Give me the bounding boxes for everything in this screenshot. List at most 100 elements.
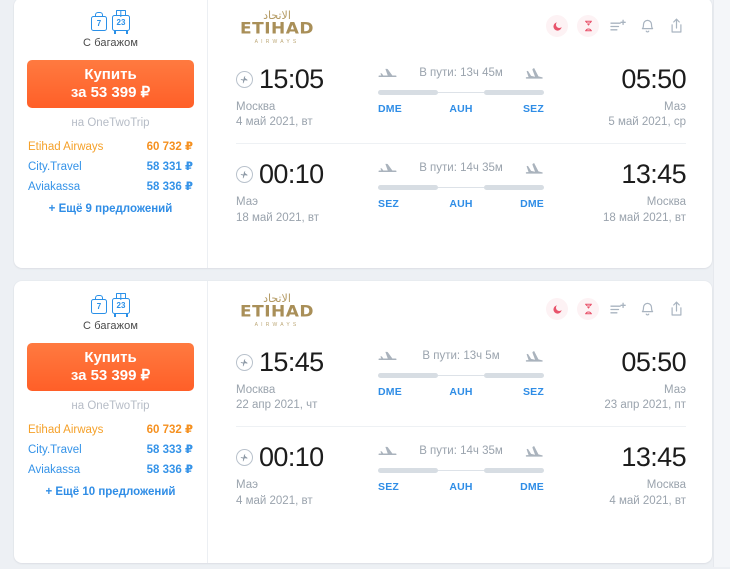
ticket-card[interactable]: 7 23 С багажом Купить за 53 399 ₽ на One… xyxy=(14,281,712,563)
origin-airport-code[interactable]: SEZ xyxy=(378,481,399,493)
buy-button[interactable]: Купить за 53 399 ₽ xyxy=(27,343,194,391)
offer-price: 58 336 ₽ xyxy=(146,464,193,476)
arrival-time: 05:50 xyxy=(621,346,686,377)
cabin-bag-handle xyxy=(95,295,103,300)
arrival-time-line: 05:50 xyxy=(558,63,686,95)
plane-landing-icon xyxy=(525,350,544,363)
arrival-date: 23 апр 2021, пт xyxy=(604,399,686,412)
route-bar xyxy=(378,90,544,95)
ticket-card[interactable]: 7 23 С багажом Купить за 53 399 ₽ на One… xyxy=(14,0,712,268)
departure-time-line: 00:10 xyxy=(236,158,364,190)
arrival-block: 13:45 Москва 4 май 2021, вт xyxy=(558,441,686,508)
layover-airport-code[interactable]: AUH xyxy=(449,103,472,115)
flight-header: الاتحاد ETIHAD AIRWAYS xyxy=(236,7,686,55)
airline-logo-wordmark: ETIHAD xyxy=(240,302,315,322)
add-to-compare-icon[interactable] xyxy=(608,16,628,36)
departure-city: Маэ xyxy=(236,479,258,492)
route-top: В пути: 13ч 45м xyxy=(378,63,544,83)
share-icon[interactable] xyxy=(666,16,686,36)
buy-button-price: за 53 399 ₽ xyxy=(70,366,151,384)
route-leg-1 xyxy=(378,90,438,95)
destination-airport-code[interactable]: SEZ xyxy=(523,386,544,398)
route-codes: DME AUH SEZ xyxy=(378,103,544,115)
offer-agency-name: City.Travel xyxy=(28,444,82,456)
departure-date: 22 апр 2021, чт xyxy=(236,399,318,412)
offer-agency-name: Aviakassa xyxy=(28,181,81,193)
offer-row[interactable]: Etihad Airways 60 732 ₽ xyxy=(28,136,193,156)
agency-note: на OneTwoTrip xyxy=(71,400,150,412)
layover-airport-code[interactable]: AUH xyxy=(449,481,472,493)
checked-bag-icon: 23 xyxy=(112,10,130,34)
route-leg-1 xyxy=(378,468,438,474)
route-block: В пути: 14ч 35м SEZ AUH DME xyxy=(364,441,558,493)
route-block: В пути: 13ч 5м DME AUH SEZ xyxy=(364,346,558,398)
origin-airport-code[interactable]: DME xyxy=(378,386,402,398)
offer-row[interactable]: City.Travel 58 333 ₽ xyxy=(28,439,193,459)
plane-takeoff-icon xyxy=(378,446,397,457)
origin-airport-code[interactable]: SEZ xyxy=(378,198,399,210)
baggage-info: 7 23 С багажом xyxy=(83,7,138,49)
more-offers-link[interactable]: + Ещё 10 предложений xyxy=(26,486,195,498)
offer-price: 60 732 ₽ xyxy=(146,141,193,153)
destination-airport-code[interactable]: DME xyxy=(520,198,544,210)
scroll-rail[interactable] xyxy=(713,0,730,567)
departure-time-line: 15:45 xyxy=(236,346,364,378)
destination-airport-code[interactable]: SEZ xyxy=(523,103,544,115)
more-offers-link[interactable]: + Ещё 9 предложений xyxy=(26,203,195,215)
offer-row[interactable]: Etihad Airways 60 732 ₽ xyxy=(28,419,193,439)
long-layover-icon[interactable] xyxy=(577,298,599,320)
arrival-block: 05:50 Маэ 23 апр 2021, пт xyxy=(558,346,686,413)
route-leg-1 xyxy=(378,185,438,191)
ticket-actions xyxy=(546,7,686,37)
departure-block: 15:05 Москва 4 май 2021, вт xyxy=(236,63,364,130)
cabin-bag-weight: 7 xyxy=(91,299,107,314)
route-layover-gap xyxy=(438,375,484,376)
price-alert-bell-icon[interactable] xyxy=(637,299,657,319)
departure-block: 00:10 Маэ 18 май 2021, вт xyxy=(236,158,364,225)
route-block: В пути: 14ч 35м SEZ AUH DME xyxy=(364,158,558,210)
route-leg-1 xyxy=(378,373,438,378)
departure-time: 00:10 xyxy=(259,441,324,472)
offer-row[interactable]: Aviakassa 58 336 ₽ xyxy=(28,459,193,479)
route-bar xyxy=(378,468,544,474)
cabin-bag-icon: 7 xyxy=(91,12,107,31)
arrival-time: 05:50 xyxy=(621,63,686,94)
airline-logo: الاتحاد ETIHAD AIRWAYS xyxy=(236,7,314,45)
departure-date: 4 май 2021, вт xyxy=(236,494,313,507)
flight-duration: В пути: 14ч 35м xyxy=(419,445,503,458)
arrival-block: 05:50 Маэ 5 май 2021, ср xyxy=(558,63,686,130)
night-flight-icon[interactable] xyxy=(546,15,568,37)
add-to-compare-icon[interactable] xyxy=(608,299,628,319)
baggage-label: С багажом xyxy=(83,320,138,332)
checked-bag-weight: 23 xyxy=(112,298,130,314)
offer-price: 58 333 ₽ xyxy=(146,444,193,456)
layover-airport-code[interactable]: AUH xyxy=(449,198,472,210)
arrival-block: 13:45 Москва 18 май 2021, вт xyxy=(558,158,687,225)
arrival-city: Москва xyxy=(646,479,686,492)
ticket-actions xyxy=(546,290,686,320)
airline-logo-wordmark: ETIHAD xyxy=(240,19,315,39)
arrival-date: 18 май 2021, вт xyxy=(602,211,686,224)
layover-airport-code[interactable]: AUH xyxy=(449,386,472,398)
offer-row[interactable]: City.Travel 58 331 ₽ xyxy=(28,156,193,176)
share-icon[interactable] xyxy=(666,299,686,319)
flight-header: الاتحاد ETIHAD AIRWAYS xyxy=(236,290,686,338)
arrival-date: 4 май 2021, вт xyxy=(609,494,686,507)
route-layover-gap xyxy=(438,470,484,472)
offer-row[interactable]: Aviakassa 58 336 ₽ xyxy=(28,176,193,196)
arrival-city: Маэ xyxy=(664,101,686,113)
night-flight-icon[interactable] xyxy=(546,298,568,320)
destination-airport-code[interactable]: DME xyxy=(520,481,544,493)
flight-segment: 00:10 Маэ 18 май 2021, вт В пути: 14ч 35… xyxy=(236,143,687,225)
departure-time: 15:05 xyxy=(259,63,324,94)
long-layover-icon[interactable] xyxy=(577,15,599,37)
airline-logo-subtitle: AIRWAYS xyxy=(254,38,300,45)
offer-agency-name: Etihad Airways xyxy=(28,424,104,436)
origin-airport-code[interactable]: DME xyxy=(378,103,402,115)
offer-agency-name: City.Travel xyxy=(28,161,82,173)
departure-time: 15:45 xyxy=(259,346,324,377)
price-alert-bell-icon[interactable] xyxy=(637,16,657,36)
departure-time-line: 00:10 xyxy=(236,441,364,473)
buy-button[interactable]: Купить за 53 399 ₽ xyxy=(27,60,194,108)
checked-bag-weight: 23 xyxy=(112,15,130,31)
